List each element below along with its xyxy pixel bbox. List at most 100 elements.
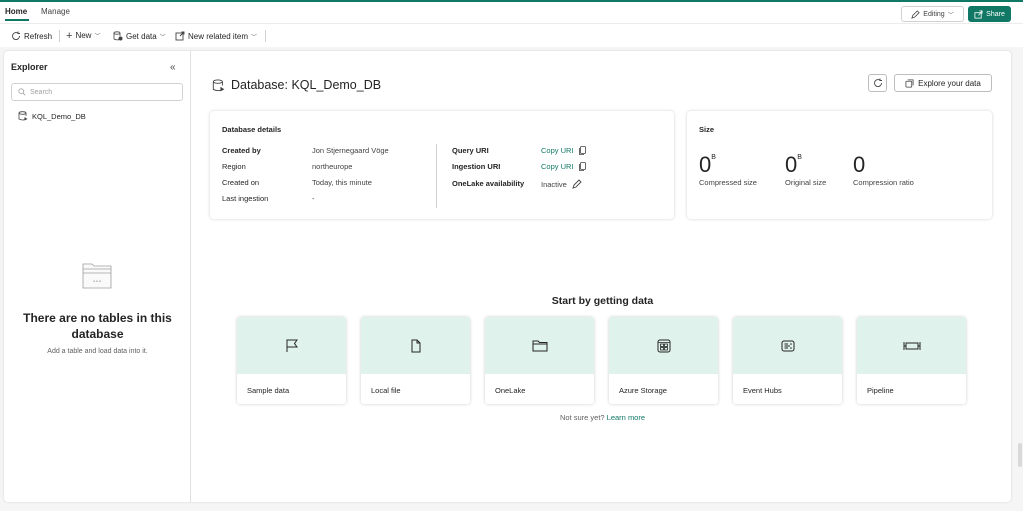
created-by-label: Created by <box>222 146 261 155</box>
copy-icon <box>578 146 586 155</box>
search-icon <box>18 88 26 96</box>
tile-icon-area <box>361 317 470 374</box>
database-icon <box>212 78 225 91</box>
last-ingestion-value: - <box>312 194 315 203</box>
original-size-unit: B <box>797 154 802 161</box>
tab-home[interactable]: Home <box>5 7 27 16</box>
sample-data-tile[interactable]: Sample data <box>237 317 346 404</box>
original-size-value: 0B <box>785 152 802 178</box>
main-panel: Explorer « Search KQL_Demo_DB ••• There … <box>4 51 1011 502</box>
onelake-availability-value: Inactive <box>541 179 582 189</box>
new-related-label: New related item <box>188 31 249 41</box>
share-label: Share <box>986 10 1005 18</box>
editing-label: Editing <box>923 10 945 18</box>
pipeline-tile[interactable]: Pipeline <box>857 317 966 404</box>
copy-ingestion-uri-link[interactable]: Copy URI <box>541 162 587 171</box>
not-sure-text: Not sure yet? Learn more <box>210 413 995 422</box>
query-uri-label: Query URI <box>452 146 489 155</box>
explorer-title: Explorer <box>11 62 48 72</box>
explore-icon <box>905 78 914 88</box>
tile-icon-area <box>237 317 346 374</box>
tile-label: Sample data <box>247 386 290 395</box>
local-file-tile[interactable]: Local file <box>361 317 470 404</box>
onelake-tile[interactable]: OneLake <box>485 317 594 404</box>
toolbar-divider <box>59 30 60 42</box>
database-add-icon <box>113 31 123 41</box>
learn-more-link[interactable]: Learn more <box>607 413 645 422</box>
tile-icon-area <box>485 317 594 374</box>
tile-icon-area <box>609 317 718 374</box>
svg-text:•••: ••• <box>93 279 102 285</box>
size-heading: Size <box>699 125 715 134</box>
refresh-icon <box>873 78 882 87</box>
folder-icon <box>532 340 547 351</box>
created-by-value: Jon Stjernegaard Vöge <box>312 146 389 155</box>
tree-item-label: KQL_Demo_DB <box>32 111 86 121</box>
empty-folder-icon: ••• <box>82 263 112 289</box>
region-value: northeurope <box>312 162 353 171</box>
share-icon <box>974 9 983 19</box>
new-dropdown-button[interactable]: + New ﹀ <box>66 30 101 41</box>
new-related-item-dropdown-button[interactable]: New related item ﹀ <box>175 31 257 41</box>
explorer-search-input[interactable]: Search <box>11 83 183 101</box>
open-external-icon <box>175 31 185 41</box>
tree-item-database[interactable]: KQL_Demo_DB <box>18 111 86 121</box>
pencil-icon[interactable] <box>572 179 582 189</box>
chevron-down-icon: ﹀ <box>947 12 954 19</box>
event-hubs-icon <box>781 340 794 351</box>
onelake-status-text: Inactive <box>541 179 567 189</box>
copy-query-uri-link[interactable]: Copy URI <box>541 146 587 155</box>
active-tab-indicator <box>5 19 29 21</box>
azure-storage-tile[interactable]: Azure Storage <box>609 317 718 404</box>
explore-label: Explore your data <box>918 78 981 88</box>
refresh-button[interactable] <box>868 74 887 92</box>
pipeline-icon <box>903 341 920 350</box>
search-placeholder: Search <box>30 88 53 96</box>
copy-icon <box>578 162 586 171</box>
created-on-label: Created on <box>222 178 260 187</box>
compressed-size-unit: B <box>711 154 716 161</box>
file-icon <box>411 339 420 352</box>
toolbar: Refresh + New ﹀ Get data ﹀ New related i… <box>0 23 1023 47</box>
compressed-size-value: 0B <box>699 152 716 178</box>
tab-manage[interactable]: Manage <box>41 7 70 16</box>
refresh-icon <box>12 31 20 40</box>
onelake-availability-label: OneLake availability <box>452 179 525 188</box>
tile-label: Azure Storage <box>619 386 667 395</box>
get-data-dropdown-button[interactable]: Get data ﹀ <box>113 31 166 41</box>
share-button[interactable]: Share <box>968 6 1011 22</box>
scrollbar-thumb[interactable] <box>1018 443 1022 467</box>
page-title-text: Database: KQL_Demo_DB <box>231 78 382 92</box>
explore-your-data-button[interactable]: Explore your data <box>894 74 992 92</box>
editing-mode-button[interactable]: Editing ﹀ <box>901 6 964 22</box>
refresh-label: Refresh <box>24 31 53 41</box>
tile-label: Event Hubs <box>743 386 782 395</box>
tile-label: Local file <box>371 386 401 395</box>
ribbon-tabs: Home Manage Editing ﹀ Share <box>0 2 1023 23</box>
tile-icon-area <box>857 317 966 374</box>
refresh-toolbar-button[interactable]: Refresh <box>11 31 52 41</box>
compression-ratio-value: 0 <box>853 152 866 177</box>
page-title: Database: KQL_Demo_DB <box>212 78 381 92</box>
original-size-number: 0 <box>785 152 798 177</box>
flag-icon <box>286 339 298 352</box>
chevron-down-icon: ﹀ <box>94 34 101 40</box>
ingestion-uri-label: Ingestion URI <box>452 162 501 171</box>
database-icon <box>18 111 28 121</box>
original-size-label: Original size <box>785 178 827 187</box>
tile-label: Pipeline <box>867 386 894 395</box>
event-hubs-tile[interactable]: Event Hubs <box>733 317 842 404</box>
details-divider <box>436 144 437 208</box>
new-label: New <box>75 31 92 40</box>
compressed-size-label: Compressed size <box>699 178 757 187</box>
not-sure-label: Not sure yet? <box>559 413 605 422</box>
created-on-value: Today, this minute <box>312 178 372 187</box>
chevron-down-icon: ﹀ <box>251 34 258 41</box>
collapse-pane-icon[interactable]: « <box>170 62 176 73</box>
copy-query-uri-text: Copy URI <box>541 146 574 155</box>
compressed-size-number: 0 <box>699 152 712 177</box>
pencil-icon <box>911 9 920 19</box>
chevron-down-icon: ﹀ <box>159 34 166 41</box>
region-label: Region <box>222 162 246 171</box>
tile-icon-area <box>733 317 842 374</box>
